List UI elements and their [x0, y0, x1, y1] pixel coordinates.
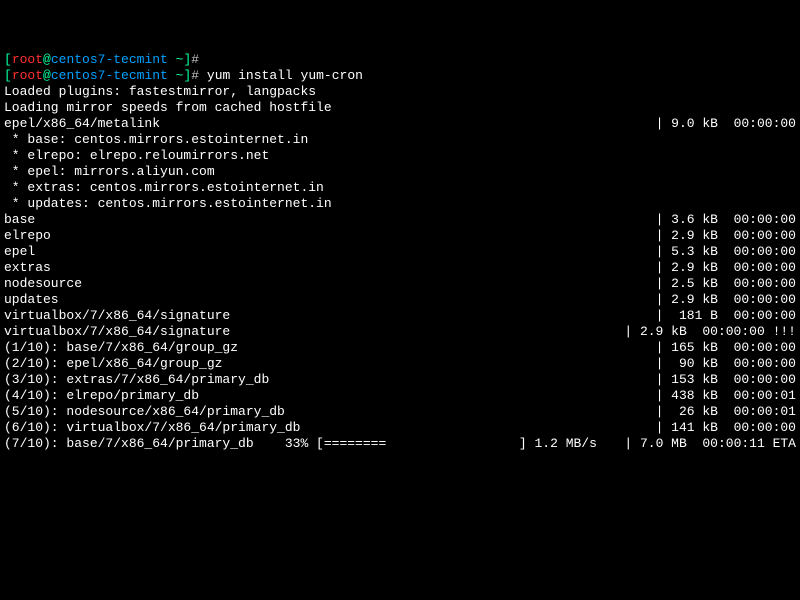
mirror-line: * base: centos.mirrors.estointernet.in	[4, 132, 796, 148]
mirror-line: * elrepo: elrepo.reloumirrors.net	[4, 148, 796, 164]
output-line: extras| 2.9 kB 00:00:00	[4, 260, 796, 276]
output-line: (2/10): epel/x86_64/group_gz| 90 kB 00:0…	[4, 356, 796, 372]
output-line: base| 3.6 kB 00:00:00	[4, 212, 796, 228]
output-line: (4/10): elrepo/primary_db| 438 kB 00:00:…	[4, 388, 796, 404]
mirror-line: * updates: centos.mirrors.estointernet.i…	[4, 196, 796, 212]
output-line: (3/10): extras/7/x86_64/primary_db| 153 …	[4, 372, 796, 388]
output-line: elrepo| 2.9 kB 00:00:00	[4, 228, 796, 244]
output-line: updates| 2.9 kB 00:00:00	[4, 292, 796, 308]
output-line: virtualbox/7/x86_64/signature| 2.9 kB 00…	[4, 324, 796, 340]
output-line: (6/10): virtualbox/7/x86_64/primary_db| …	[4, 420, 796, 436]
output-line: (1/10): base/7/x86_64/group_gz| 165 kB 0…	[4, 340, 796, 356]
terminal-output: [root@centos7-tecmint ~]#[root@centos7-t…	[4, 52, 796, 452]
output-line: epel/x86_64/metalink| 9.0 kB 00:00:00	[4, 116, 796, 132]
prompt-line: [root@centos7-tecmint ~]#	[4, 52, 796, 68]
plugins-line: Loaded plugins: fastestmirror, langpacks	[4, 84, 796, 100]
loading-line: Loading mirror speeds from cached hostfi…	[4, 100, 796, 116]
output-line: virtualbox/7/x86_64/signature| 181 B 00:…	[4, 308, 796, 324]
output-line: (5/10): nodesource/x86_64/primary_db| 26…	[4, 404, 796, 420]
output-line: (7/10): base/7/x86_64/primary_db 33% [==…	[4, 436, 796, 452]
output-line: epel| 5.3 kB 00:00:00	[4, 244, 796, 260]
mirror-line: * epel: mirrors.aliyun.com	[4, 164, 796, 180]
prompt-line-command[interactable]: [root@centos7-tecmint ~]# yum install yu…	[4, 68, 796, 84]
output-line: nodesource| 2.5 kB 00:00:00	[4, 276, 796, 292]
mirror-line: * extras: centos.mirrors.estointernet.in	[4, 180, 796, 196]
